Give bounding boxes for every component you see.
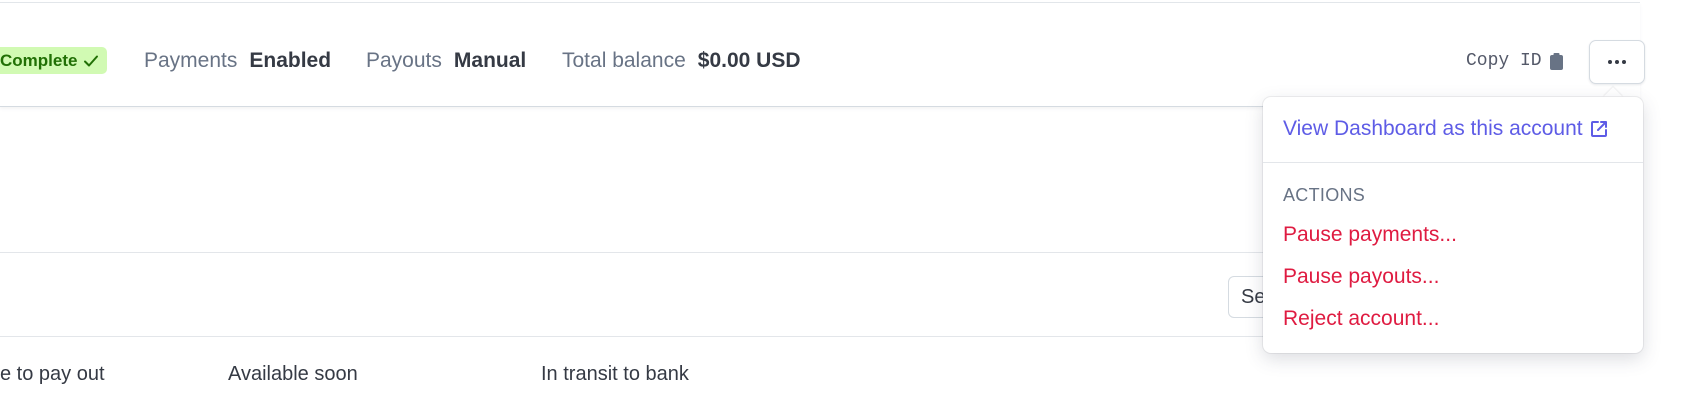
- pause-payments-item[interactable]: Pause payments...: [1283, 223, 1457, 247]
- payouts-status: Payouts Manual: [366, 49, 526, 73]
- status-badge: Complete: [0, 47, 108, 74]
- view-dashboard-label: View Dashboard as this account: [1283, 117, 1583, 140]
- account-header: Complete Payments Enabled Payouts Manual…: [0, 3, 1645, 107]
- actions-heading: ACTIONS: [1283, 185, 1366, 205]
- clipboard-icon: [1549, 52, 1563, 70]
- more-actions-button[interactable]: [1589, 40, 1645, 84]
- view-dashboard-link[interactable]: View Dashboard as this account: [1283, 117, 1609, 141]
- more-actions-menu: View Dashboard as this account ACTIONS P…: [1263, 97, 1643, 353]
- total-balance-label: Total balance: [562, 49, 686, 72]
- ellipsis-icon: [1608, 60, 1612, 64]
- copy-id-label: Copy ID: [1466, 51, 1542, 71]
- status-badge-label: Complete: [0, 50, 78, 70]
- payments-label: Payments: [144, 49, 238, 72]
- column-header-available-to-pay-out: e to pay out: [0, 363, 105, 385]
- external-link-icon: [1590, 121, 1607, 137]
- payouts-value: Manual: [453, 49, 527, 72]
- total-balance: Total balance $0.00 USD: [562, 49, 801, 73]
- payouts-label: Payouts: [366, 49, 442, 72]
- column-header-available-soon: Available soon: [228, 363, 358, 385]
- total-balance-value: $0.00 USD: [697, 49, 801, 72]
- reject-account-item[interactable]: Reject account...: [1283, 307, 1439, 331]
- column-header-in-transit: In transit to bank: [541, 363, 689, 385]
- pause-payouts-item[interactable]: Pause payouts...: [1283, 265, 1439, 289]
- copy-id-button[interactable]: Copy ID: [1466, 51, 1563, 71]
- partial-toolbar-button-label: Se: [1241, 285, 1266, 308]
- checkmark-icon: [84, 55, 99, 66]
- menu-divider: [1263, 162, 1643, 163]
- payments-value: Enabled: [249, 49, 332, 72]
- payments-status: Payments Enabled: [144, 49, 331, 73]
